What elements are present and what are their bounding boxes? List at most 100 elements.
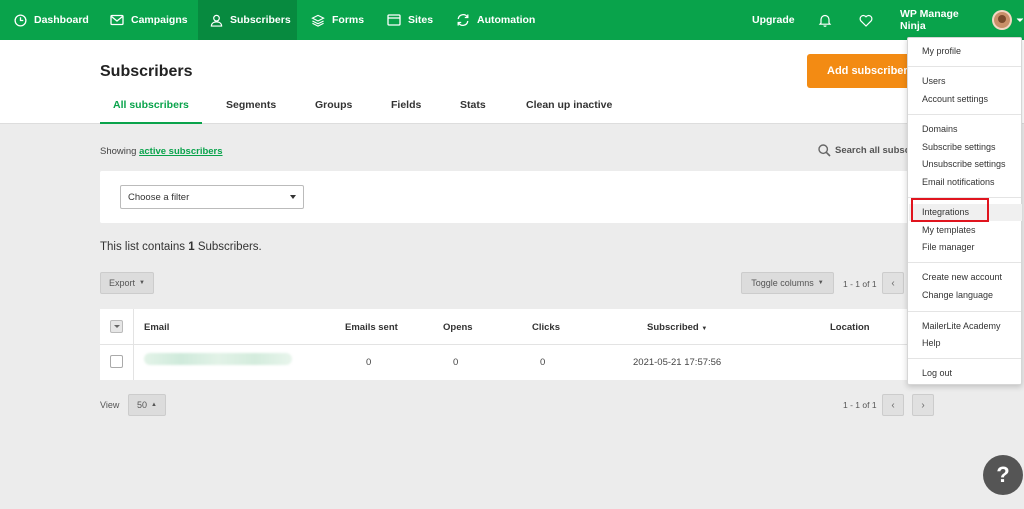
upgrade-label: Upgrade — [752, 14, 795, 26]
tab-all-subscribers[interactable]: All subscribers — [100, 99, 202, 124]
column-header-clicks[interactable]: Clicks — [532, 322, 560, 333]
search-icon — [818, 144, 831, 157]
tab-fields[interactable]: Fields — [391, 99, 421, 124]
heart-icon — [859, 14, 873, 27]
menu-item-my-profile[interactable]: My profile — [922, 46, 961, 56]
nav-label: Subscribers — [230, 14, 291, 26]
account-menu-toggle[interactable]: WP Manage Ninja — [900, 0, 1024, 40]
nav-label: Campaigns — [131, 14, 188, 26]
menu-item-create-new-account[interactable]: Create new account — [922, 272, 1002, 282]
caret-down-icon: ▼ — [139, 280, 145, 286]
select-all-dropdown[interactable] — [110, 320, 123, 333]
column-header-email[interactable]: Email — [144, 322, 169, 333]
nav-forms[interactable]: Forms — [311, 0, 364, 40]
menu-divider — [908, 358, 1021, 359]
export-button[interactable]: Export ▼ — [100, 272, 154, 294]
list-count: This list contains 1 Subscribers. — [100, 241, 262, 253]
menu-item-domains[interactable]: Domains — [922, 124, 958, 134]
filter-select[interactable]: Choose a filter — [120, 185, 304, 209]
favorites-button[interactable] — [859, 0, 873, 40]
showing-text: Showing active subscribers — [100, 146, 223, 157]
caret-up-icon: ▲ — [151, 402, 157, 408]
help-button[interactable]: ? — [983, 455, 1023, 495]
account-dropdown-menu: My profile Users Account settings Domain… — [907, 37, 1022, 385]
subscriber-email-redacted[interactable] — [144, 353, 292, 365]
tab-clean-up-inactive[interactable]: Clean up inactive — [526, 99, 612, 124]
column-header-emails-sent[interactable]: Emails sent — [345, 322, 398, 333]
pagination-info: 1 - 1 of 1 — [843, 279, 877, 289]
filter-panel: Choose a filter — [100, 171, 930, 223]
row-divider — [100, 344, 930, 345]
menu-item-subscribe-settings[interactable]: Subscribe settings — [922, 142, 996, 152]
menu-item-log-out[interactable]: Log out — [922, 368, 952, 378]
filter-placeholder: Choose a filter — [128, 191, 190, 203]
chevron-left-icon: ‹ — [891, 277, 895, 289]
nav-dashboard[interactable]: Dashboard — [14, 0, 89, 40]
menu-divider — [908, 311, 1021, 312]
menu-item-account-settings[interactable]: Account settings — [922, 94, 988, 104]
menu-item-my-templates[interactable]: My templates — [922, 225, 976, 235]
prev-page-button-bottom[interactable]: ‹ — [882, 394, 904, 416]
toggle-columns-label: Toggle columns — [751, 278, 814, 288]
envelope-icon — [110, 14, 124, 26]
tab-stats[interactable]: Stats — [460, 99, 486, 124]
integrations-highlight-box — [911, 198, 989, 222]
menu-item-help[interactable]: Help — [922, 338, 941, 348]
chevron-left-icon: ‹ — [891, 399, 895, 411]
showing-prefix: Showing — [100, 146, 137, 157]
menu-item-file-manager[interactable]: File manager — [922, 242, 975, 252]
nav-label: Sites — [408, 14, 434, 26]
nav-subscribers[interactable]: Subscribers — [198, 0, 297, 40]
clock-icon — [14, 13, 27, 27]
page-header: Subscribers Add subscribers All subscrib… — [0, 40, 1024, 124]
column-header-location[interactable]: Location — [830, 322, 870, 333]
nav-label: Forms — [332, 14, 365, 26]
bell-icon — [818, 14, 832, 27]
per-page-select[interactable]: 50 ▲ — [128, 394, 166, 416]
nav-label: Automation — [477, 14, 536, 26]
pagination-info-bottom: 1 - 1 of 1 — [843, 400, 877, 410]
nav-automation[interactable]: Automation — [456, 0, 535, 40]
cell-emails-sent: 0 — [366, 357, 372, 368]
nav-campaigns[interactable]: Campaigns — [110, 0, 188, 40]
next-page-button-bottom[interactable]: › — [912, 394, 934, 416]
account-name: WP Manage Ninja — [900, 8, 959, 32]
browser-icon — [387, 14, 401, 26]
menu-item-email-notifications[interactable]: Email notifications — [922, 177, 995, 187]
nav-sites[interactable]: Sites — [387, 0, 433, 40]
export-label: Export — [109, 278, 136, 288]
menu-item-users[interactable]: Users — [922, 76, 946, 86]
caret-down-icon: ▼ — [817, 280, 824, 286]
menu-item-unsubscribe-settings[interactable]: Unsubscribe settings — [922, 159, 1006, 169]
sort-down-icon: ▼ — [701, 326, 708, 332]
chevron-right-icon: › — [921, 399, 925, 411]
search-label: Search all subsc — [835, 145, 910, 156]
subscribed-label: Subscribed — [647, 322, 699, 333]
cell-subscribed: 2021-05-21 17:57:56 — [633, 357, 722, 368]
subscribers-table: Email Emails sent Opens Clicks Subscribe… — [100, 309, 930, 380]
menu-divider — [908, 66, 1021, 67]
user-icon — [210, 14, 223, 27]
column-header-opens[interactable]: Opens — [443, 322, 473, 333]
cell-opens: 0 — [453, 357, 459, 368]
list-count-suffix: Subscribers. — [197, 241, 262, 253]
caret-down-icon — [290, 195, 296, 199]
menu-item-change-language[interactable]: Change language — [922, 290, 993, 300]
notifications-button[interactable] — [818, 0, 832, 40]
menu-divider — [908, 114, 1021, 115]
tab-groups[interactable]: Groups — [315, 99, 352, 124]
top-navigation: Dashboard Campaigns Subscribers Forms Si… — [0, 0, 1024, 40]
active-subscribers-link[interactable]: active subscribers — [139, 146, 222, 157]
row-checkbox[interactable] — [110, 355, 123, 368]
list-count-prefix: This list contains — [100, 241, 186, 253]
prev-page-button[interactable]: ‹ — [882, 272, 904, 294]
layers-icon — [311, 14, 325, 27]
tab-segments[interactable]: Segments — [226, 99, 276, 124]
toggle-columns-button[interactable]: Toggle columns ▼ — [741, 272, 834, 294]
menu-item-mailerlite-academy[interactable]: MailerLite Academy — [922, 321, 1001, 331]
upgrade-link[interactable]: Upgrade — [752, 0, 795, 40]
column-header-subscribed[interactable]: Subscribed ▼ — [647, 322, 707, 333]
list-count-number: 1 — [188, 241, 195, 253]
search-all-subscribers[interactable]: Search all subsc — [818, 144, 910, 157]
question-mark-icon: ? — [996, 462, 1010, 487]
